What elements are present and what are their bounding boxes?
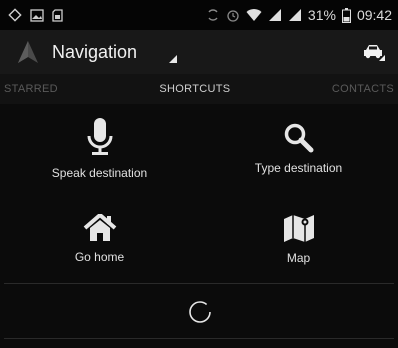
image-icon	[30, 8, 44, 22]
clock: 09:42	[356, 7, 392, 23]
tab-contacts[interactable]: CONTACTS	[332, 83, 394, 95]
type-destination-button[interactable]: Type destination	[199, 104, 398, 194]
microphone-icon	[86, 118, 114, 158]
loading-spinner	[188, 300, 212, 324]
map-label: Map	[286, 251, 311, 265]
map-button[interactable]: Map	[199, 194, 398, 284]
map-icon	[283, 213, 315, 243]
go-home-button[interactable]: Go home	[0, 194, 199, 284]
search-icon	[284, 123, 314, 153]
navigation-arrow-icon	[18, 41, 38, 63]
go-home-label: Go home	[74, 250, 125, 264]
tab-strip: STARRED SHORTCUTS CONTACTS	[0, 74, 398, 104]
location-icon	[8, 8, 22, 22]
status-bar: 31% 09:42	[0, 0, 398, 30]
type-destination-label: Type destination	[254, 161, 343, 175]
app-title: Navigation	[52, 41, 138, 62]
dropdown-indicator-icon	[169, 55, 178, 63]
wifi-icon	[246, 8, 262, 22]
action-bar: Navigation	[0, 30, 398, 74]
signal-icon	[288, 8, 302, 22]
speak-destination-button[interactable]: Speak destination	[0, 104, 199, 194]
sd-card-icon	[52, 8, 63, 22]
divider	[4, 338, 394, 339]
rotate-icon	[206, 8, 220, 22]
battery-percent: 31%	[307, 7, 336, 23]
app-title-dropdown[interactable]: Navigation	[18, 41, 178, 63]
signal-icon	[268, 8, 282, 22]
divider	[4, 283, 394, 284]
car-icon[interactable]	[362, 43, 386, 61]
home-icon	[83, 214, 117, 242]
shortcut-grid: Speak destination Type destination Go ho…	[0, 104, 398, 284]
tab-starred[interactable]: STARRED	[4, 83, 58, 95]
tab-shortcuts[interactable]: SHORTCUTS	[159, 83, 230, 95]
battery-icon	[341, 7, 351, 23]
speak-destination-label: Speak destination	[51, 166, 148, 180]
alarm-icon	[226, 8, 240, 22]
